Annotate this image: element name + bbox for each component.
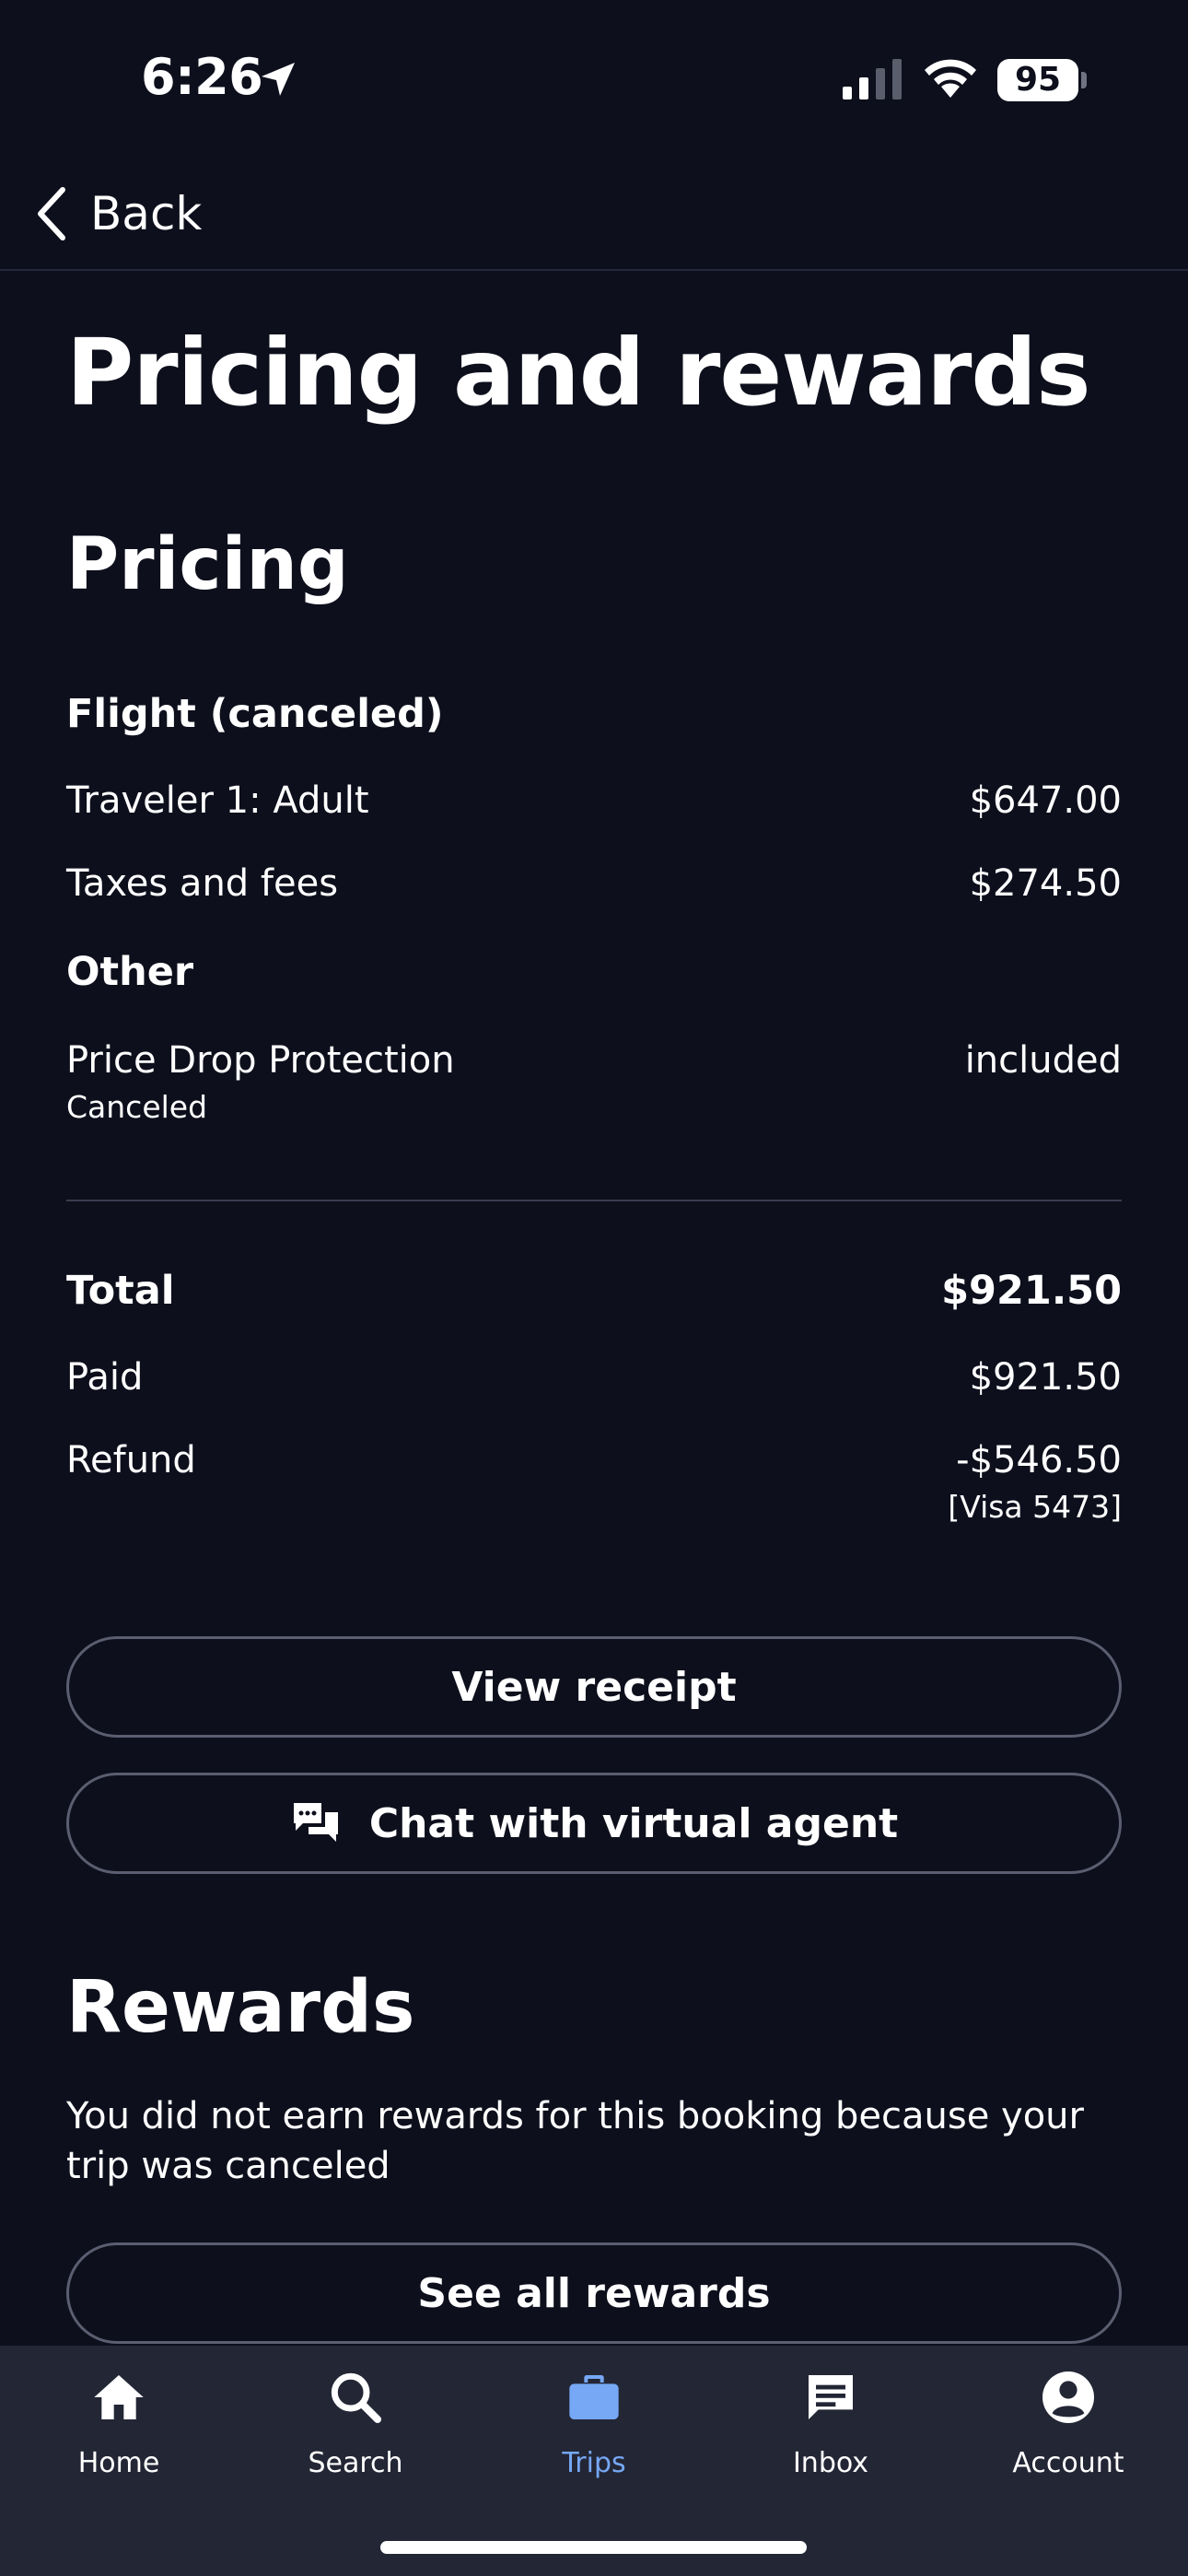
- paid-value: $921.50: [969, 1356, 1122, 1399]
- refund-label: Refund: [66, 1439, 196, 1481]
- other-heading-row: Other: [66, 949, 1122, 995]
- chat-agent-button[interactable]: Chat with virtual agent: [66, 1773, 1122, 1874]
- tab-label-inbox: Inbox: [792, 2447, 869, 2479]
- back-label: Back: [90, 187, 203, 240]
- traveler-row: Traveler 1: Adult $647.00: [66, 779, 1122, 822]
- status-time: 6:26: [141, 48, 263, 106]
- traveler-label: Traveler 1: Adult: [66, 779, 369, 822]
- paid-row: Paid $921.50: [66, 1356, 1122, 1399]
- tab-label-home: Home: [77, 2447, 160, 2479]
- see-rewards-label: See all rewards: [417, 2269, 771, 2317]
- home-icon: [94, 2375, 144, 2419]
- taxes-label: Taxes and fees: [66, 862, 339, 905]
- briefcase-icon: [569, 2375, 619, 2419]
- inbox-icon: [809, 2375, 853, 2419]
- account-icon: [1042, 2371, 1094, 2423]
- home-indicator: [380, 2541, 807, 2554]
- refund-value-group: -$546.50 [Visa 5473]: [948, 1439, 1122, 1525]
- tab-trips[interactable]: Trips: [502, 2368, 686, 2506]
- battery-tip: [1081, 72, 1087, 88]
- protection-label-group: Price Drop Protection Canceled: [66, 1039, 455, 1125]
- protection-status: Canceled: [66, 1089, 208, 1125]
- rewards-message: You did not earn rewards for this bookin…: [66, 2095, 1084, 2187]
- tab-label-account: Account: [1012, 2447, 1124, 2479]
- battery-indicator: 95: [997, 59, 1078, 101]
- view-receipt-button[interactable]: View receipt: [66, 1636, 1122, 1738]
- divider: [66, 1200, 1122, 1201]
- paid-label: Paid: [66, 1356, 144, 1399]
- protection-row: Price Drop Protection Canceled included: [66, 1039, 1122, 1125]
- refund-row: Refund -$546.50 [Visa 5473]: [66, 1439, 1122, 1525]
- taxes-row: Taxes and fees $274.50: [66, 862, 1122, 905]
- total-label: Total: [66, 1268, 175, 1314]
- page-title: Pricing and rewards: [66, 319, 1091, 427]
- search-icon: [331, 2372, 381, 2423]
- chat-agent-label: Chat with virtual agent: [368, 1799, 899, 1847]
- protection-value: included: [964, 1039, 1122, 1082]
- pricing-section-title: Pricing: [66, 523, 349, 606]
- tab-label-trips: Trips: [562, 2447, 626, 2479]
- refund-value: -$546.50: [956, 1439, 1122, 1481]
- tab-home[interactable]: Home: [27, 2368, 211, 2506]
- tab-inbox[interactable]: Inbox: [739, 2368, 923, 2506]
- tab-account[interactable]: Account: [976, 2368, 1160, 2506]
- refund-card: [Visa 5473]: [948, 1489, 1122, 1525]
- tab-search[interactable]: Search: [263, 2368, 448, 2506]
- protection-label: Price Drop Protection: [66, 1039, 455, 1082]
- flight-heading: Flight (canceled): [66, 691, 444, 737]
- rewards-section-title: Rewards: [66, 1966, 415, 2049]
- nav-header: Back: [0, 157, 1188, 271]
- chevron-left-icon: [38, 187, 65, 240]
- chat-bubbles-icon: [293, 1803, 338, 1842]
- other-heading: Other: [66, 949, 194, 995]
- tab-label-search: Search: [308, 2447, 403, 2479]
- total-value: $921.50: [941, 1268, 1122, 1314]
- wifi-icon: [925, 59, 976, 98]
- view-receipt-label: View receipt: [451, 1663, 737, 1711]
- traveler-value: $647.00: [969, 779, 1122, 822]
- flight-heading-row: Flight (canceled): [66, 691, 1122, 737]
- total-row: Total $921.50: [66, 1268, 1122, 1314]
- taxes-value: $274.50: [969, 862, 1122, 905]
- back-button[interactable]: Back: [33, 179, 202, 249]
- status-bar: 6:26 95: [0, 0, 1188, 157]
- cellular-signal-icon: [843, 59, 902, 100]
- location-arrow-icon: [262, 63, 295, 96]
- see-rewards-button[interactable]: See all rewards: [66, 2242, 1122, 2344]
